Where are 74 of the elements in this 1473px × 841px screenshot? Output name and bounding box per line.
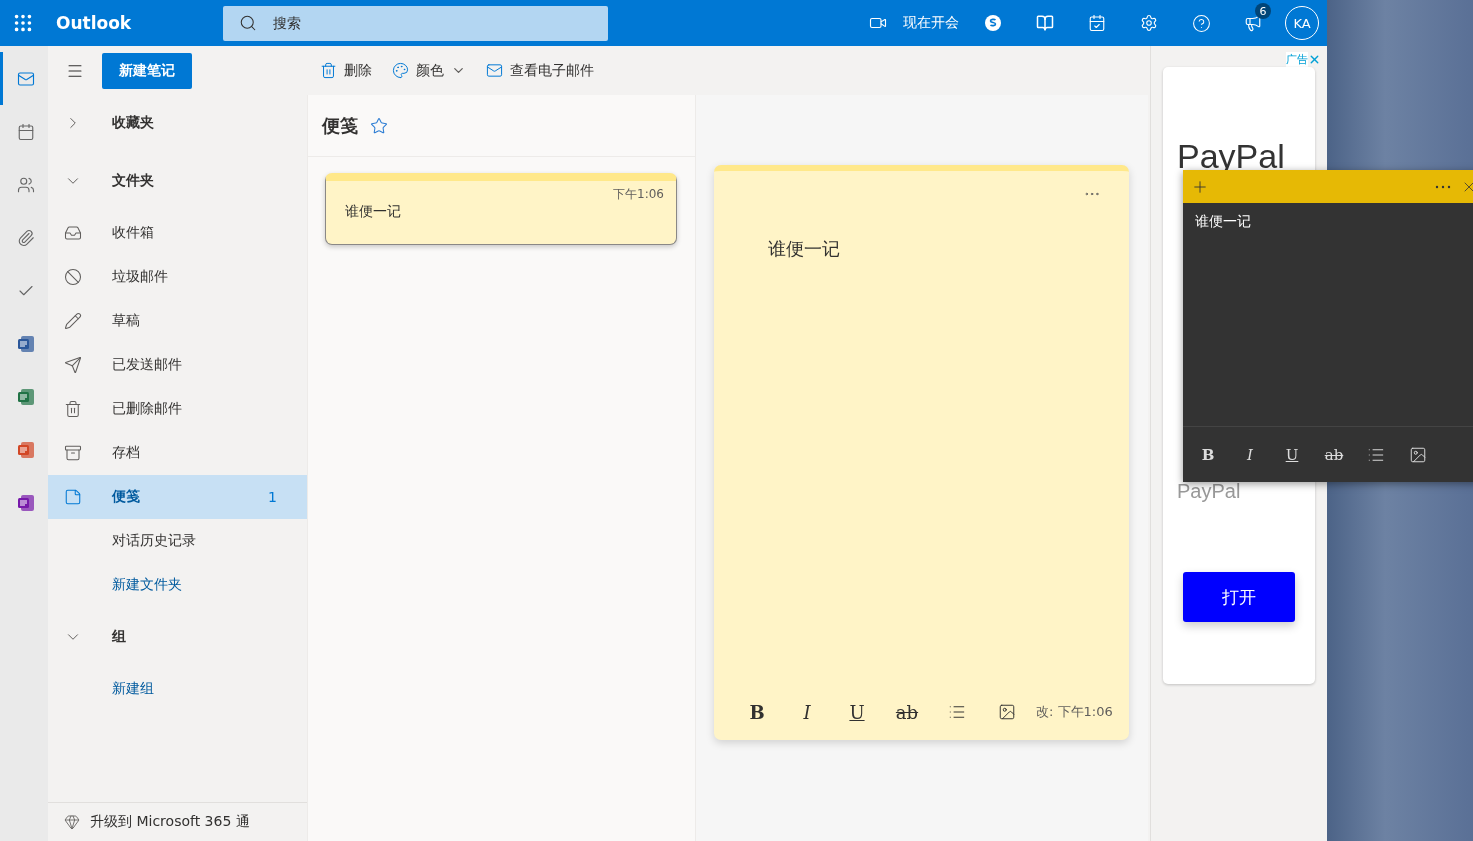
open-button[interactable]: 打开 bbox=[1183, 572, 1295, 622]
folder-item[interactable]: 收件箱 bbox=[48, 211, 307, 255]
list-title: 便笺 bbox=[322, 113, 358, 138]
ad-label: 广告 bbox=[1286, 52, 1308, 67]
meet-now-button[interactable]: 现在开会 bbox=[861, 0, 967, 46]
favorite-star-button[interactable] bbox=[370, 116, 388, 135]
folder-item[interactable]: 存档 bbox=[48, 431, 307, 475]
bold-button[interactable]: B bbox=[732, 701, 782, 723]
note-text[interactable]: 谁便一记 bbox=[768, 237, 1129, 684]
sticky-note-text[interactable]: 谁便一记 bbox=[1183, 203, 1473, 426]
send-icon bbox=[64, 356, 82, 374]
folder-item[interactable]: 草稿 bbox=[48, 299, 307, 343]
trash-icon bbox=[64, 400, 82, 418]
image-icon bbox=[998, 703, 1016, 721]
calendar-icon bbox=[16, 122, 35, 141]
delete-action-button[interactable]: 删除 bbox=[310, 61, 382, 80]
section-header[interactable]: 文件夹 bbox=[48, 151, 307, 211]
note-icon bbox=[64, 488, 82, 506]
color-action-button[interactable]: 颜色 bbox=[382, 61, 476, 80]
app-launcher-icon[interactable] bbox=[12, 12, 34, 34]
folder-item[interactable]: 已删除邮件 bbox=[48, 387, 307, 431]
more-options-button[interactable] bbox=[1435, 184, 1451, 189]
underline-button[interactable]: U bbox=[832, 701, 882, 723]
strikethrough-button[interactable]: ab bbox=[882, 701, 932, 723]
files-icon bbox=[16, 228, 35, 247]
notification-badge: 6 bbox=[1255, 3, 1271, 19]
mail-icon bbox=[486, 62, 503, 79]
announcements-button[interactable]: 6 bbox=[1227, 0, 1279, 46]
note-time: 下午1:06 bbox=[613, 186, 664, 203]
ad-brand-footer: PayPal bbox=[1177, 480, 1315, 503]
palette-icon bbox=[392, 62, 409, 79]
underline-button[interactable]: U bbox=[1271, 445, 1313, 464]
list-icon bbox=[948, 703, 966, 721]
folder-item[interactable]: 便笺 1 bbox=[48, 475, 307, 519]
note-card[interactable]: 下午1:06 谁便一记 bbox=[325, 173, 677, 245]
app-name: Outlook bbox=[56, 13, 132, 33]
close-icon[interactable] bbox=[1308, 53, 1321, 66]
inbox-icon bbox=[64, 224, 82, 242]
trash-icon bbox=[320, 62, 337, 79]
nav-link[interactable]: 新建组 bbox=[48, 667, 307, 711]
note-preview: 谁便一记 bbox=[345, 203, 402, 221]
section-header[interactable]: 收藏夹 bbox=[48, 95, 307, 151]
book-icon bbox=[1036, 14, 1054, 32]
megaphone-icon bbox=[1244, 14, 1262, 32]
image-icon bbox=[1409, 445, 1427, 464]
unread-count: 1 bbox=[268, 489, 277, 505]
search-field[interactable]: 搜索 bbox=[223, 5, 609, 41]
pencil-icon bbox=[64, 312, 82, 330]
search-icon bbox=[239, 13, 258, 32]
diamond-icon bbox=[64, 814, 80, 830]
italic-button[interactable]: I bbox=[782, 701, 832, 723]
blocked-icon bbox=[64, 268, 82, 286]
modified-time: 改: 下午1:06 bbox=[1036, 703, 1113, 721]
upgrade-banner[interactable]: 升级到 Microsoft 365 通 bbox=[48, 802, 307, 841]
italic-button[interactable]: I bbox=[1229, 445, 1271, 464]
bold-button[interactable]: B bbox=[1187, 445, 1229, 464]
upgrade-text: 升级到 Microsoft 365 通 bbox=[90, 813, 250, 831]
chat-bubble-icon bbox=[984, 14, 1002, 32]
people-icon bbox=[16, 175, 35, 194]
ad-brand: PayPal bbox=[1177, 137, 1286, 176]
mail-action-button[interactable]: 查看电子邮件 bbox=[476, 61, 604, 80]
help-icon bbox=[1191, 13, 1211, 33]
more-icon bbox=[1435, 184, 1451, 189]
settings-icon bbox=[1140, 14, 1158, 32]
new-note-button[interactable]: 新建笔记 bbox=[102, 52, 192, 89]
folder-item[interactable]: 已发送邮件 bbox=[48, 343, 307, 387]
calendar-check-icon bbox=[1088, 14, 1106, 32]
section-header[interactable]: 组 bbox=[48, 607, 307, 667]
folder-item[interactable]: 对话历史记录 bbox=[48, 519, 307, 563]
nav-link[interactable]: 新建文件夹 bbox=[48, 563, 307, 607]
mail-icon bbox=[16, 69, 35, 88]
archive-icon bbox=[64, 444, 82, 462]
folder-item[interactable]: 垃圾邮件 bbox=[48, 255, 307, 299]
strikethrough-button[interactable]: ab bbox=[1313, 445, 1355, 464]
